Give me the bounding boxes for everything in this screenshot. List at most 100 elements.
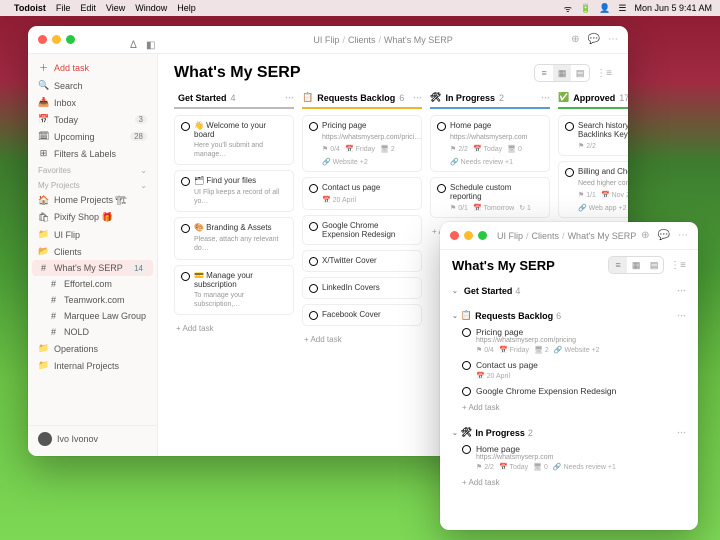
task-checkbox[interactable] (462, 445, 471, 454)
task-checkbox[interactable] (181, 122, 190, 131)
crumb-leaf[interactable]: What's My SERP (384, 35, 453, 45)
add-task-button[interactable]: + Add task (452, 474, 686, 491)
menubar-edit[interactable]: Edit (80, 3, 96, 13)
section-more-icon[interactable]: ⋯ (677, 310, 686, 321)
close-button[interactable] (450, 231, 459, 240)
task-card[interactable]: Facebook Cover (302, 304, 422, 326)
section-more-icon[interactable]: ⋯ (677, 285, 686, 296)
view-calendar-icon[interactable]: ▤ (645, 257, 663, 273)
task-card[interactable]: 🗂 Find your filesUI Flip keeps a record … (174, 170, 294, 212)
sidebar-project[interactable]: #NOLD (28, 324, 157, 340)
list-item[interactable]: Contact us page📅 20 April (452, 357, 686, 383)
column-more-icon[interactable]: ⋯ (285, 92, 294, 103)
minimize-button[interactable] (52, 35, 61, 44)
task-card[interactable]: Search history for Backlinks Keywords to… (558, 115, 628, 156)
nav-today[interactable]: 📅Today3 (28, 111, 157, 128)
sidebar-project[interactable]: #What's My SERP14 (32, 260, 153, 276)
menubar-file[interactable]: File (56, 3, 71, 13)
battery-icon[interactable]: 🔋 (580, 3, 591, 14)
wifi-icon[interactable]: ᯤ (564, 2, 572, 15)
column-header[interactable]: ✅Approved 17⋯ (558, 88, 628, 109)
column-header[interactable]: Get Started 4⋯ (174, 88, 294, 109)
sidebar-project[interactable]: 📁Operations (28, 340, 157, 357)
sidebar-project[interactable]: 🏠Home Projects 🏗 (28, 192, 157, 209)
more-icon[interactable]: ⋯ (608, 34, 618, 45)
sidebar-project[interactable]: 📂Clients (28, 243, 157, 260)
crumb-mid[interactable]: Clients (348, 35, 376, 45)
sidebar-project[interactable]: 📁Internal Projects (28, 357, 157, 374)
list-item[interactable]: Home pagehttps://whatsmyserp.com⚑ 2/2📅 T… (452, 441, 686, 474)
comments-icon[interactable]: 💬 (658, 230, 670, 241)
task-checkbox[interactable] (309, 284, 318, 293)
section-header[interactable]: ⌄📋Requests Backlog 6⋯ (452, 307, 686, 324)
zoom-button[interactable] (66, 35, 75, 44)
minimize-button[interactable] (464, 231, 473, 240)
share-icon[interactable]: ⊕ (641, 230, 649, 241)
add-task-button[interactable]: ＋Add task (28, 58, 157, 77)
column-more-icon[interactable]: ⋯ (541, 92, 550, 103)
task-checkbox[interactable] (309, 257, 318, 266)
add-task-button[interactable]: + Add task (302, 331, 422, 348)
close-button[interactable] (38, 35, 47, 44)
view-calendar-icon[interactable]: ▤ (571, 65, 589, 81)
sidebar-project[interactable]: #Marquee Law Group (28, 308, 157, 324)
task-checkbox[interactable] (309, 222, 318, 231)
view-list-icon[interactable]: ≡ (609, 257, 627, 273)
nav-search[interactable]: 🔍Search (28, 77, 157, 94)
task-card[interactable]: LinkedIn Covers (302, 277, 422, 299)
task-checkbox[interactable] (437, 184, 446, 193)
task-card[interactable]: Contact us page📅 20 April (302, 177, 422, 210)
task-checkbox[interactable] (565, 122, 574, 131)
task-checkbox[interactable] (437, 122, 446, 131)
view-board-icon[interactable]: ▦ (627, 257, 645, 273)
task-checkbox[interactable] (462, 328, 471, 337)
section-header[interactable]: ⌄🛠In Progress 2⋯ (452, 424, 686, 441)
nav-inbox[interactable]: 📥Inbox (28, 94, 157, 111)
zoom-button[interactable] (478, 231, 487, 240)
task-checkbox[interactable] (181, 224, 190, 233)
task-card[interactable]: Home pagehttps://whatsmyserp.com⚑ 2/2📅 T… (430, 115, 550, 172)
nav-upcoming[interactable]: 🗓Upcoming28 (28, 128, 157, 145)
section-more-icon[interactable]: ⋯ (677, 427, 686, 438)
menubar-view[interactable]: View (106, 3, 125, 13)
share-icon[interactable]: ⊕ (571, 34, 579, 45)
add-task-button[interactable]: + Add task (174, 320, 294, 337)
sidebar-project[interactable]: 📁UI Flip (28, 226, 157, 243)
list-item[interactable]: Google Chrome Expension Redesign (452, 383, 686, 399)
list-item[interactable]: Pricing pagehttps://whatsmyserp.com/pric… (452, 324, 686, 357)
sidebar-project[interactable]: #Teamwork.com (28, 292, 157, 308)
settings-icon[interactable]: ⋮≡ (670, 260, 686, 271)
task-card[interactable]: Google Chrome Expension Redesign (302, 215, 422, 245)
task-checkbox[interactable] (565, 168, 574, 177)
task-card[interactable]: X/Twitter Cover (302, 250, 422, 272)
task-checkbox[interactable] (309, 184, 318, 193)
view-list-icon[interactable]: ≡ (535, 65, 553, 81)
task-card[interactable]: Schedule custom reporting⚑ 0/1📅 Tomorrow… (430, 177, 550, 218)
task-card[interactable]: Pricing pagehttps://whatsmyserp.com/pric… (302, 115, 422, 172)
task-card[interactable]: 💳 Manage your subscriptionTo manage your… (174, 265, 294, 315)
notifications-icon[interactable]: ᐃ (130, 40, 137, 51)
section-header[interactable]: ⌄Get Started 4⋯ (452, 282, 686, 299)
sidebar-user[interactable]: Ivo Ivonov (28, 425, 157, 452)
sidebar-toggle-icon[interactable]: ◧ (146, 40, 155, 51)
task-checkbox[interactable] (309, 311, 318, 320)
task-card[interactable]: 👋 Welcome to your boardHere you'll submi… (174, 115, 294, 165)
task-card[interactable]: 🎨 Branding & AssetsPlease, attach any re… (174, 217, 294, 259)
sidebar-project[interactable]: 🛍Pixify Shop 🎁 (28, 209, 157, 226)
column-header[interactable]: 📋Requests Backlog 6⋯ (302, 88, 422, 109)
crumb-root[interactable]: UI Flip (313, 35, 339, 45)
view-board-icon[interactable]: ▦ (553, 65, 571, 81)
task-checkbox[interactable] (309, 122, 318, 131)
menubar-app[interactable]: Todoist (14, 3, 46, 13)
nav-filters[interactable]: ⊞Filters & Labels (28, 145, 157, 162)
task-checkbox[interactable] (462, 361, 471, 370)
task-card[interactable]: Billing and CheckoutNeed higher conversi… (558, 161, 628, 218)
settings-icon[interactable]: ⋮≡ (596, 68, 612, 79)
task-checkbox[interactable] (181, 272, 190, 281)
column-header[interactable]: 🛠In Progress 2⋯ (430, 88, 550, 109)
more-icon[interactable]: ⋯ (678, 230, 688, 241)
task-checkbox[interactable] (181, 177, 190, 186)
menubar-help[interactable]: Help (177, 3, 196, 13)
menubar-window[interactable]: Window (135, 3, 167, 13)
favorites-header[interactable]: Favorites⌄ (28, 162, 157, 177)
